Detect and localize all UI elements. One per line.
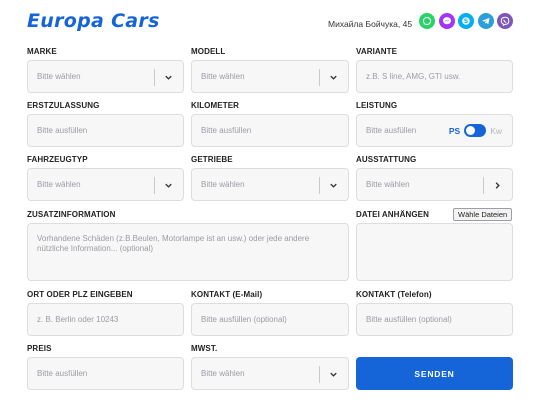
zusatz-textarea[interactable]: Vorhandene Schäden (z.B.Beulen, Motorlam… [27,223,349,281]
marke-label: MARKE [27,47,57,56]
ort-label: ORT ODER PLZ EINGEBEN [27,290,133,299]
ort-placeholder: z. B. Berlin oder 10243 [37,315,119,324]
ausstattung-label: AUSSTATTUNG [356,155,417,164]
preis-placeholder: Bitte ausfüllen [37,369,88,378]
variante-label: VARIANTE [356,47,398,56]
kilometer-label: KILOMETER [191,101,240,110]
divider [154,69,155,86]
email-placeholder: Bitte ausfüllen (optional) [201,315,287,324]
unit-toggle-group: PS Kw [449,124,502,137]
divider [483,177,484,194]
divider [319,69,320,86]
erstzulassung-placeholder: Bitte ausfüllen [37,126,88,135]
zusatz-label: ZUSATZINFORMATION [27,210,116,219]
modell-select[interactable]: Bitte wählen [191,60,349,93]
send-button[interactable]: SENDEN [356,357,513,390]
mwst-label: MWST. [191,344,218,353]
erstzulassung-input[interactable]: Bitte ausfüllen [27,114,184,147]
telefon-placeholder: Bitte ausfüllen (optional) [366,315,452,324]
leistung-placeholder: Bitte ausfüllen [366,126,417,135]
file-drop-area[interactable] [356,223,513,281]
variante-input[interactable]: z.B. S line, AMG, GTI usw. [356,60,513,93]
telegram-icon[interactable] [478,13,494,29]
chevron-down-icon [165,75,172,80]
skype-icon[interactable]: S [458,13,474,29]
erstzulassung-label: ERSTZULASSUNG [27,101,100,110]
unit-kw-label[interactable]: Kw [490,126,502,136]
unit-toggle[interactable] [464,124,487,137]
unit-ps-label[interactable]: PS [449,126,460,136]
marke-placeholder: Bitte wählen [37,72,81,81]
chevron-right-icon [495,182,500,189]
datei-label: DATEI ANHÄNGEN [356,210,429,219]
preis-input[interactable]: Bitte ausfüllen [27,357,184,390]
email-input[interactable]: Bitte ausfüllen (optional) [191,303,349,336]
logo[interactable]: Europa Cars [27,10,160,32]
chevron-down-icon [330,75,337,80]
preis-label: PREIS [27,344,52,353]
marke-select[interactable]: Bitte wählen [27,60,184,93]
header: Europa Cars Михайла Бойчука, 45 S [0,0,540,42]
fahrzeugtyp-label: FAHRZEUGTYP [27,155,88,164]
telefon-label: KONTAKT (Telefon) [356,290,432,299]
chevron-down-icon [330,183,337,188]
divider [319,177,320,194]
fahrzeugtyp-select[interactable]: Bitte wählen [27,168,184,201]
address-text: Михайла Бойчука, 45 [328,19,413,29]
modell-placeholder: Bitte wählen [201,72,245,81]
kilometer-input[interactable]: Bitte ausfüllen [191,114,349,147]
getriebe-placeholder: Bitte wählen [201,180,245,189]
leistung-input[interactable]: Bitte ausfüllen PS Kw [356,114,513,147]
mwst-select[interactable]: Bitte wählen [191,357,349,390]
zusatz-placeholder: Vorhandene Schäden (z.B.Beulen, Motorlam… [37,234,310,253]
email-label: KONTAKT (E-Mail) [191,290,263,299]
kilometer-placeholder: Bitte ausfüllen [201,126,252,135]
chevron-down-icon [165,183,172,188]
mwst-placeholder: Bitte wählen [201,369,245,378]
ausstattung-select[interactable]: Bitte wählen [356,168,513,201]
choose-files-button[interactable]: Wähle Dateien [453,208,513,221]
leistung-label: LEISTUNG [356,101,398,110]
toggle-knob [466,126,476,135]
getriebe-select[interactable]: Bitte wählen [191,168,349,201]
whatsapp-icon[interactable] [419,13,435,29]
modell-label: MODELL [191,47,226,56]
fahrzeugtyp-placeholder: Bitte wählen [37,180,81,189]
messenger-icon[interactable] [439,13,455,29]
divider [319,366,320,383]
chevron-down-icon [330,372,337,377]
variante-placeholder: z.B. S line, AMG, GTI usw. [366,72,461,81]
telefon-input[interactable]: Bitte ausfüllen (optional) [356,303,513,336]
divider [154,177,155,194]
svg-text:S: S [464,18,468,25]
getriebe-label: GETRIEBE [191,155,233,164]
ausstattung-placeholder: Bitte wählen [366,180,410,189]
viber-icon[interactable] [497,13,513,29]
ort-input[interactable]: z. B. Berlin oder 10243 [27,303,184,336]
